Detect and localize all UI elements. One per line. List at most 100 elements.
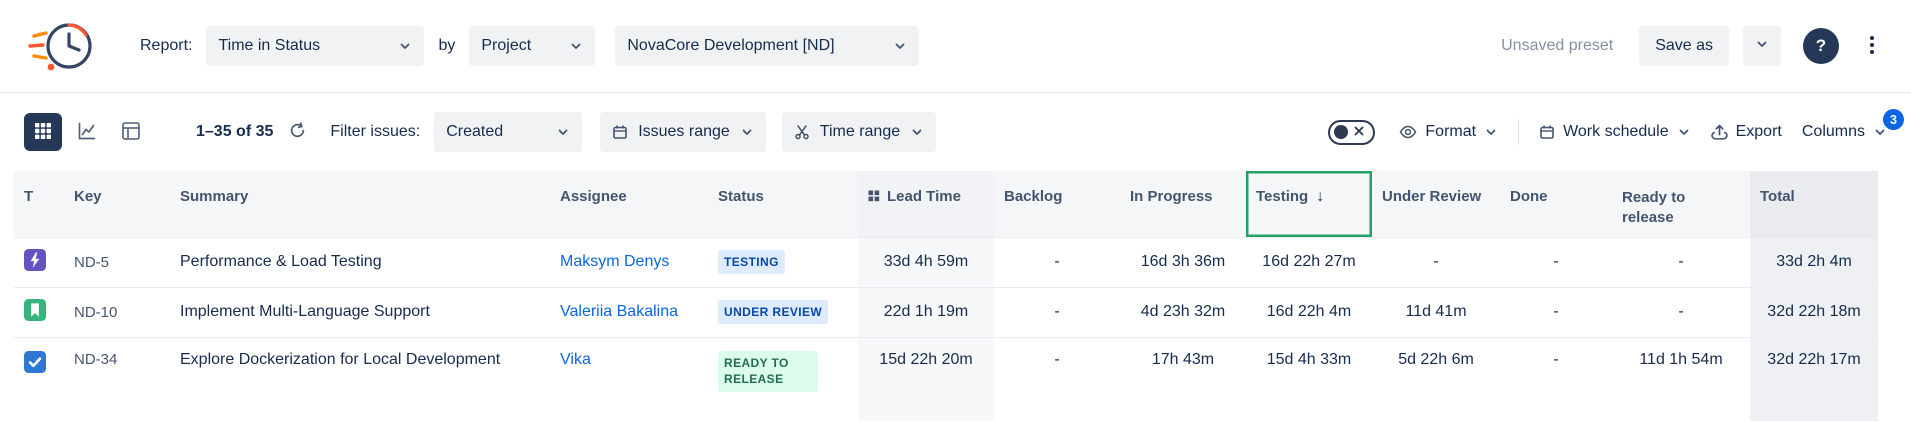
col-header-key[interactable]: Key [64,171,170,237]
export-button[interactable]: Export [1711,123,1782,141]
done-value: - [1500,287,1612,337]
col-header-ready-to-release[interactable]: Ready to release [1612,171,1750,237]
in-progress-value: 16d 3h 36m [1120,237,1246,287]
issues-range-label: Issues range [638,123,730,141]
under-review-value: - [1372,237,1500,287]
report-label: Report: [140,37,192,55]
status-badge: READY TO RELEASE [718,351,818,393]
columns-button[interactable]: Columns [1802,123,1887,141]
save-as-dropdown-button[interactable] [1743,26,1781,66]
toggle-x-icon [1354,123,1364,141]
time-range-label: Time range [820,123,900,141]
assignee-link[interactable]: Valeriia Bakalina [560,303,678,320]
in-progress-value: 4d 23h 32m [1120,287,1246,337]
export-label: Export [1736,123,1782,141]
done-value: - [1500,337,1612,421]
issue-summary[interactable]: Performance & Load Testing [170,237,550,287]
filter-field-value: Created [446,123,503,141]
total-value: 32d 22h 18m [1750,287,1878,337]
task-issue-type-icon [24,351,46,373]
col-header-total[interactable]: Total [1750,171,1878,237]
project-select[interactable]: NovaCore Development [ND] [615,26,919,66]
issue-row-nd-10[interactable]: ND-10 Implement Multi-Language Support V… [14,287,1878,337]
by-label: by [438,37,455,55]
format-button[interactable]: Format [1399,123,1498,141]
ready-to-release-label: Ready to release [1622,188,1700,229]
issue-summary[interactable]: Implement Multi-Language Support [170,287,550,337]
col-header-lead-time[interactable]: Lead Time [858,171,994,237]
issue-key: ND-5 [64,237,170,287]
lead-time-grid-icon [868,190,880,202]
status-badge: TESTING [718,250,785,275]
done-value: - [1500,237,1612,287]
chevron-down-icon [556,125,570,139]
total-value: 33d 2h 4m [1750,237,1878,287]
display-toggle[interactable] [1328,120,1375,145]
toggle-knob [1334,125,1348,139]
columns-count-badge: 3 [1883,109,1904,130]
testing-label: Testing [1256,188,1308,205]
scissors-icon [794,124,810,140]
issue-type-cell [14,287,64,337]
lead-time-value: 33d 4h 59m [858,237,994,287]
work-schedule-label: Work schedule [1563,123,1669,141]
lead-time-value: 22d 1h 19m [858,287,994,337]
columns-label: Columns [1802,123,1865,141]
report-type-select[interactable]: Time in Status [206,26,424,66]
assignee-link[interactable]: Vika [560,351,591,368]
filter-issues-label: Filter issues: [330,123,420,141]
report-toolbar: 1–35 of 35 Filter issues: Created Issues… [0,93,1911,171]
lead-time-label: Lead Time [887,188,961,205]
chevron-down-icon [740,125,754,139]
unsaved-preset-label: Unsaved preset [1501,37,1613,55]
format-label: Format [1425,123,1476,141]
lead-time-value: 15d 22h 20m [858,337,994,421]
col-header-summary[interactable]: Summary [170,171,550,237]
ready-to-release-value: - [1612,237,1750,287]
col-header-backlog[interactable]: Backlog [994,171,1120,237]
chevron-down-icon [910,125,924,139]
col-header-assignee[interactable]: Assignee [550,171,708,237]
refresh-button[interactable] [285,118,310,146]
issue-row-nd-34[interactable]: ND-34 Explore Dockerization for Local De… [14,337,1878,421]
eye-icon [1399,125,1417,139]
col-header-under-review[interactable]: Under Review [1372,171,1500,237]
total-value: 32d 22h 17m [1750,337,1878,421]
filter-field-select[interactable]: Created [434,112,582,152]
issues-range-select[interactable]: Issues range [600,112,766,152]
issue-key: ND-10 [64,287,170,337]
under-review-value: 5d 22h 6m [1372,337,1500,421]
chevron-down-icon [398,39,412,53]
question-mark-icon: ? [1816,36,1826,56]
col-header-testing[interactable]: Testing ↓ [1246,171,1372,237]
issue-summary[interactable]: Explore Dockerization for Local Developm… [170,337,550,421]
pivot-table-icon [121,121,141,144]
under-review-value: 11d 41m [1372,287,1500,337]
grid-icon [34,122,52,143]
report-type-value: Time in Status [218,37,320,55]
chart-view-button[interactable] [68,113,106,151]
more-options-button[interactable] [1857,26,1887,66]
ready-to-release-value: - [1612,287,1750,337]
col-header-in-progress[interactable]: In Progress [1120,171,1246,237]
save-as-button[interactable]: Save as [1639,26,1729,66]
col-header-status[interactable]: Status [708,171,858,237]
project-value: NovaCore Development [ND] [627,37,834,55]
table-header-row: T Key Summary Assignee Status Lead Time … [14,171,1878,237]
work-schedule-button[interactable]: Work schedule [1539,123,1691,141]
group-by-select[interactable]: Project [469,26,595,66]
pivot-view-button[interactable] [112,113,150,151]
issue-row-nd-5[interactable]: ND-5 Performance & Load Testing Maksym D… [14,237,1878,287]
status-badge: UNDER REVIEW [718,300,828,325]
col-header-type[interactable]: T [14,171,64,237]
issue-key: ND-34 [64,337,170,421]
help-button[interactable]: ? [1803,28,1839,64]
columns-control: Columns 3 [1802,123,1887,141]
table-view-button[interactable] [24,113,62,151]
time-range-select[interactable]: Time range [782,112,936,152]
col-header-done[interactable]: Done [1500,171,1612,237]
backlog-value: - [994,337,1120,421]
issue-type-cell [14,237,64,287]
sort-descending-icon[interactable]: ↓ [1316,188,1324,205]
assignee-link[interactable]: Maksym Denys [560,253,669,270]
